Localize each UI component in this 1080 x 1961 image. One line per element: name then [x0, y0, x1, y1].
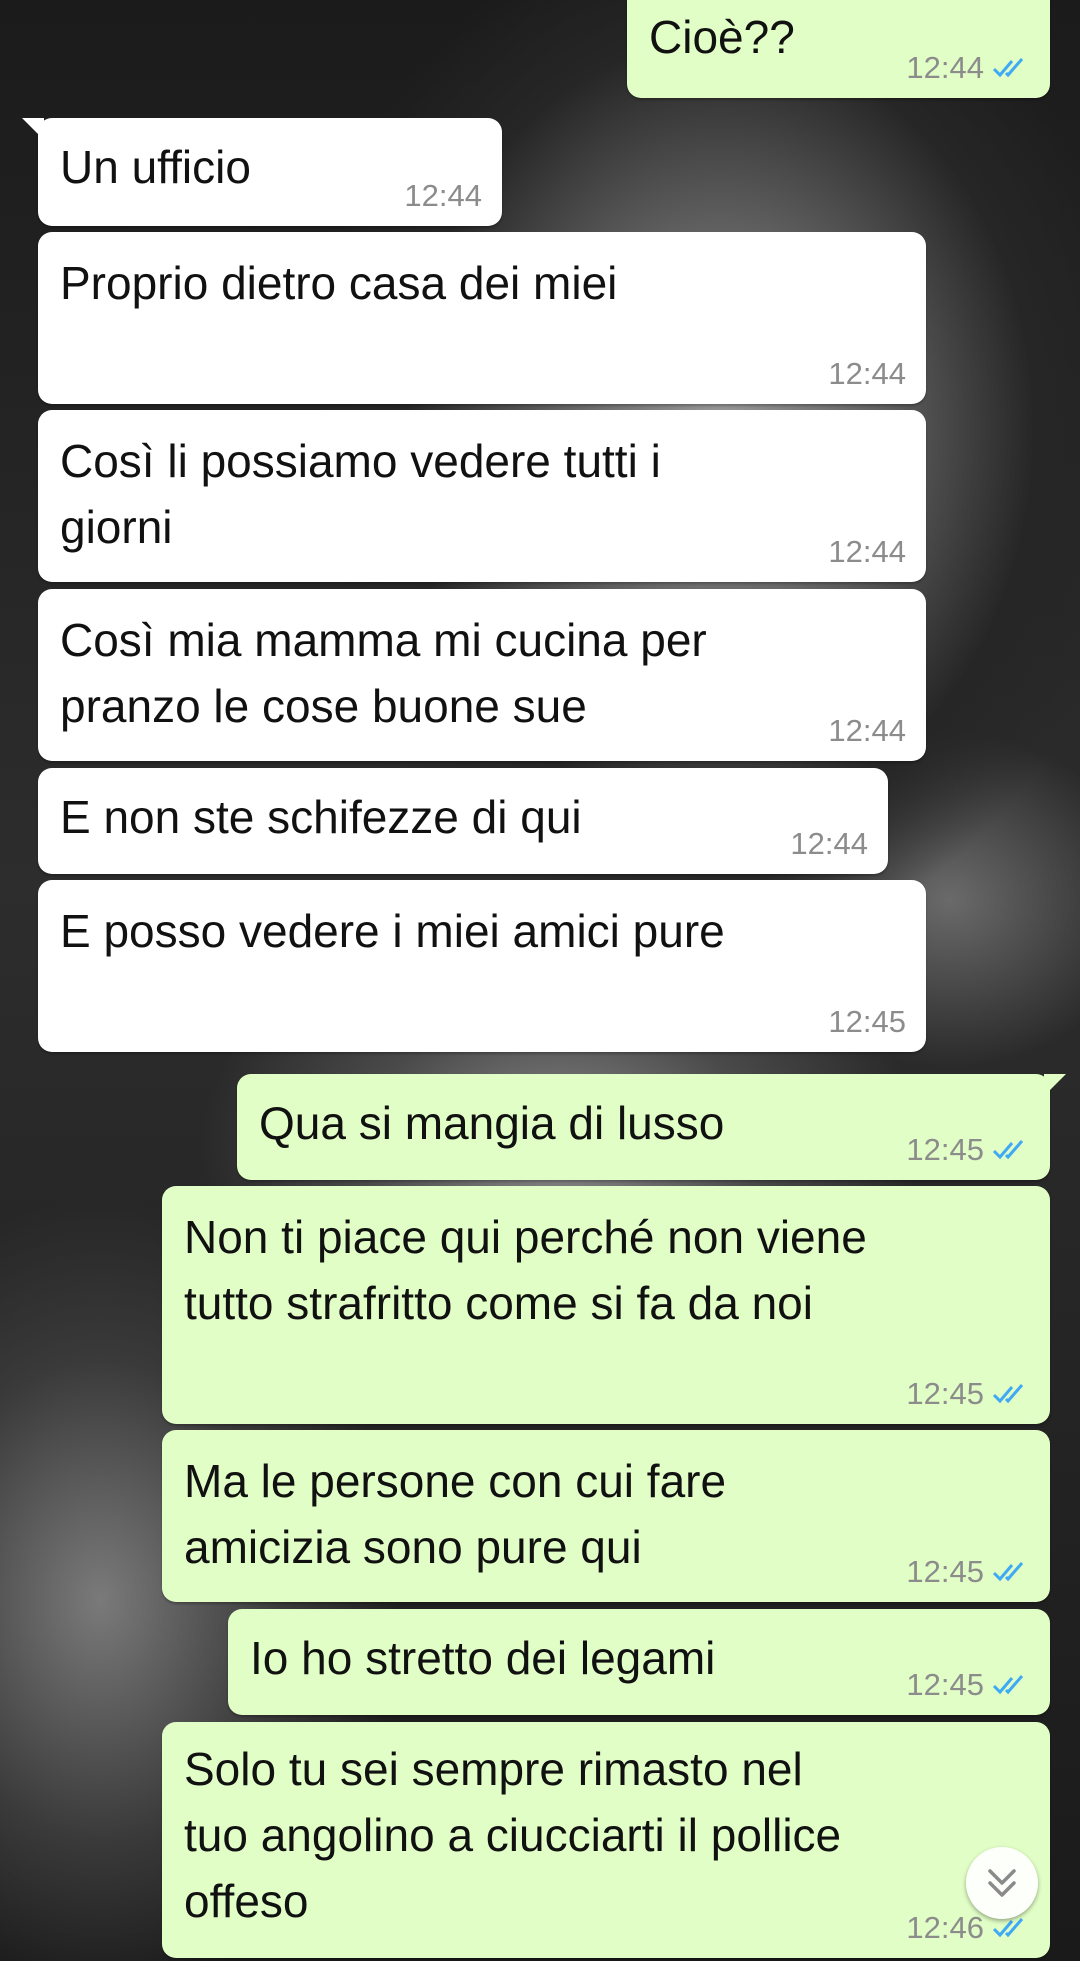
- message-time: 12:45: [906, 1132, 984, 1167]
- message-text: Non ti piace qui perché non viene tutto …: [184, 1211, 867, 1329]
- read-ticks-icon: [992, 1918, 1024, 1938]
- message-time: 12:44: [828, 713, 906, 748]
- bubble-tail: [22, 118, 44, 140]
- message-meta: 12:45: [828, 1004, 906, 1040]
- message-text: E non ste schifezze di qui: [60, 791, 582, 843]
- message-bubble-outgoing[interactable]: Non ti piace qui perché non viene tutto …: [162, 1186, 1050, 1424]
- message-meta: 12:45: [906, 1376, 1030, 1412]
- message-time: 12:45: [906, 1554, 984, 1589]
- message-meta: 12:44: [828, 534, 906, 570]
- message-meta: 12:44: [790, 826, 868, 862]
- message-meta: 12:45: [906, 1667, 1030, 1703]
- message-text: Così mia mamma mi cucina per pranzo le c…: [60, 614, 707, 732]
- message-bubble-incoming[interactable]: E non ste schifezze di qui 12:44: [38, 768, 888, 874]
- message-bubble-incoming[interactable]: Così li possiamo vedere tutti i giorni 1…: [38, 410, 926, 582]
- message-meta: 12:44: [906, 50, 1030, 86]
- message-bubble-incoming[interactable]: Un ufficio 12:44: [22, 118, 502, 226]
- read-ticks-icon: [992, 58, 1024, 78]
- message-meta: 12:44: [828, 356, 906, 392]
- message-bubble-outgoing[interactable]: Cioè?? 12:44: [627, 0, 1050, 98]
- read-ticks-icon: [992, 1140, 1024, 1160]
- message-bubble-incoming[interactable]: Proprio dietro casa dei miei 12:44: [38, 232, 926, 404]
- message-bubble-outgoing[interactable]: Solo tu sei sempre rimasto nel tuo angol…: [162, 1722, 1050, 1958]
- message-time: 12:44: [828, 534, 906, 569]
- message-meta: 12:44: [828, 713, 906, 749]
- message-meta: 12:45: [906, 1554, 1030, 1590]
- message-time: 12:45: [828, 1004, 906, 1039]
- message-time: 12:44: [404, 178, 482, 213]
- message-bubble-outgoing[interactable]: Ma le persone con cui fare amicizia sono…: [162, 1430, 1050, 1602]
- message-time: 12:44: [790, 826, 868, 861]
- message-text: Ma le persone con cui fare amicizia sono…: [184, 1455, 727, 1573]
- message-text: E posso vedere i miei amici pure: [60, 905, 725, 957]
- message-text: Proprio dietro casa dei miei: [60, 257, 618, 309]
- message-bubble-incoming[interactable]: E posso vedere i miei amici pure 12:45: [38, 880, 926, 1052]
- read-ticks-icon: [992, 1562, 1024, 1582]
- message-time: 12:45: [906, 1667, 984, 1702]
- message-bubble-incoming[interactable]: Così mia mamma mi cucina per pranzo le c…: [38, 589, 926, 761]
- bubble-tail: [1044, 1074, 1066, 1096]
- message-text: Qua si mangia di lusso: [259, 1097, 725, 1149]
- message-text: Così li possiamo vedere tutti i giorni: [60, 435, 661, 553]
- message-bubble-outgoing[interactable]: Qua si mangia di lusso 12:45: [237, 1074, 1066, 1180]
- double-chevron-down-icon: [988, 1869, 1016, 1897]
- message-text: Io ho stretto dei legami: [250, 1632, 716, 1684]
- message-time: 12:46: [906, 1910, 984, 1945]
- message-text: Solo tu sei sempre rimasto nel tuo angol…: [184, 1743, 842, 1927]
- message-bubble-outgoing[interactable]: Io ho stretto dei legami 12:45: [228, 1609, 1050, 1715]
- message-meta: 12:44: [404, 178, 482, 214]
- message-time: 12:44: [906, 50, 984, 85]
- message-text: Un ufficio: [60, 141, 251, 193]
- message-meta: 12:45: [906, 1132, 1030, 1168]
- read-ticks-icon: [992, 1384, 1024, 1404]
- scroll-to-bottom-button[interactable]: [966, 1847, 1038, 1919]
- read-ticks-icon: [992, 1675, 1024, 1695]
- message-text: Cioè??: [649, 11, 795, 63]
- message-time: 12:44: [828, 356, 906, 391]
- message-time: 12:45: [906, 1376, 984, 1411]
